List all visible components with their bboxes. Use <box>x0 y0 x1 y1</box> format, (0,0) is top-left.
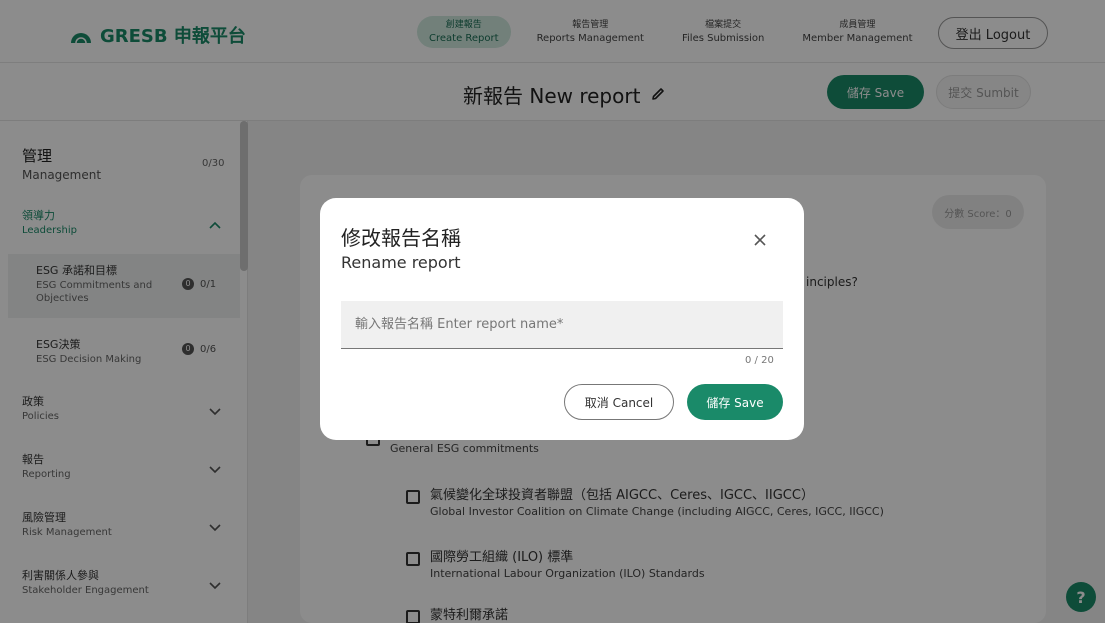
dialog-title-zh: 修改報告名稱 <box>341 226 461 250</box>
report-name-input[interactable] <box>341 301 783 349</box>
dialog-title-en: Rename report <box>341 253 461 272</box>
dialog-save-button[interactable]: 儲存 Save <box>687 384 783 420</box>
rename-report-dialog: 修改報告名稱 Rename report 0 / 20 取消 Cancel 儲存… <box>320 198 804 440</box>
close-icon[interactable] <box>752 232 768 248</box>
char-counter: 0 / 20 <box>745 355 774 366</box>
cancel-button[interactable]: 取消 Cancel <box>564 384 674 420</box>
